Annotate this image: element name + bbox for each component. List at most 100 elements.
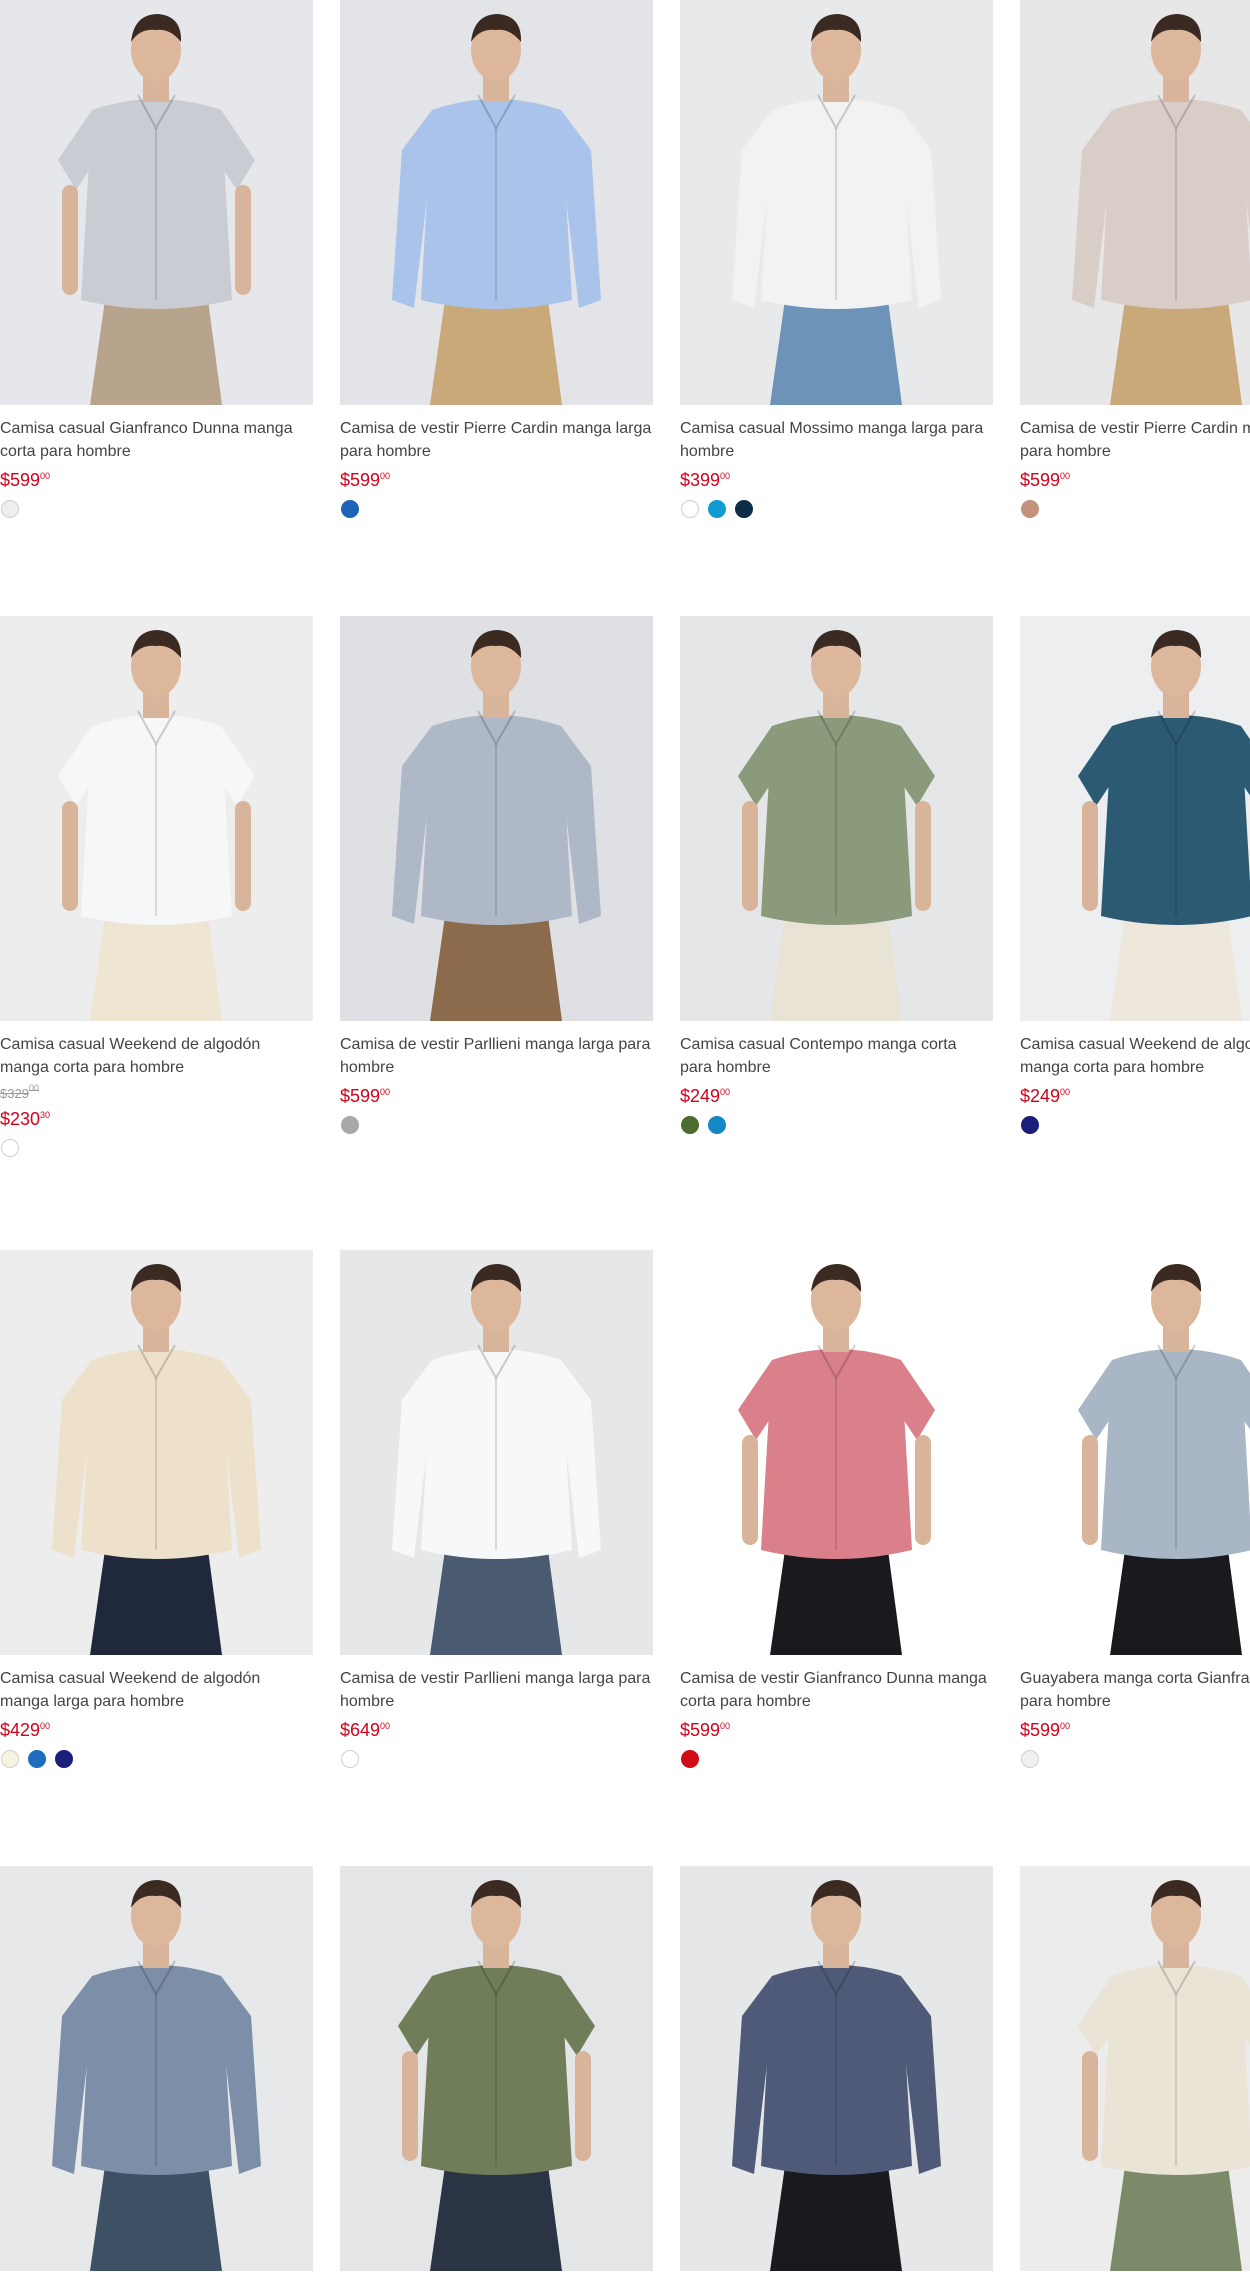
product-title[interactable]: Camisa casual Weekend de algodón manga c… — [1020, 1033, 1250, 1079]
product-image[interactable] — [340, 1250, 653, 1655]
model-photo — [732, 14, 941, 405]
color-swatches — [0, 500, 313, 518]
color-swatch[interactable] — [1021, 500, 1039, 518]
color-swatches — [680, 500, 993, 518]
model-photo — [738, 1264, 935, 1655]
product-image[interactable] — [680, 1866, 993, 2271]
product-image[interactable] — [1020, 1866, 1250, 2271]
color-swatch[interactable] — [681, 500, 699, 518]
product-image[interactable] — [680, 0, 993, 405]
product-image[interactable] — [0, 616, 313, 1021]
color-swatches — [340, 1116, 653, 1134]
product-card[interactable]: Camisa de vestir Parllieni manga larga p… — [340, 1250, 653, 1768]
product-title[interactable]: Camisa casual Weekend de algodón manga c… — [0, 1033, 313, 1079]
product-card[interactable]: Camisa casual Gianfranco Dunna manga cor… — [0, 0, 313, 518]
product-price: $59900 — [340, 1086, 391, 1106]
product-title[interactable]: Camisa de vestir Parllieni manga larga p… — [340, 1667, 653, 1713]
color-swatches — [0, 1139, 313, 1157]
model-photo — [392, 1264, 601, 1655]
product-card[interactable]: Camisa casual Weekend de algodón manga c… — [0, 616, 313, 1157]
product-image[interactable] — [1020, 0, 1250, 405]
color-swatch[interactable] — [708, 1116, 726, 1134]
product-card[interactable]: Camisa casual Contempo manga corta para … — [680, 616, 993, 1134]
color-swatches — [680, 1750, 993, 1768]
product-card[interactable]: Guayabera manga corta Gianfranco Dunna p… — [1020, 1250, 1250, 1768]
product-image[interactable] — [0, 0, 313, 405]
product-card[interactable]: Camisa de vestir Gianfranco Dunna manga … — [680, 1250, 993, 1768]
product-title[interactable]: Camisa casual Contempo manga corta para … — [680, 1033, 993, 1079]
product-image[interactable] — [1020, 616, 1250, 1021]
product-image[interactable] — [340, 0, 653, 405]
product-card[interactable] — [680, 1866, 993, 2276]
product-price: $42900 — [0, 1720, 51, 1740]
product-card[interactable]: Camisa casual Mossimo manga larga para h… — [680, 0, 993, 518]
product-card[interactable]: Camisa de vestir Pierre Cardin manga lar… — [1020, 0, 1250, 518]
product-image[interactable] — [0, 1250, 313, 1655]
color-swatches — [340, 500, 653, 518]
product-title[interactable]: Guayabera manga corta Gianfranco Dunna p… — [1020, 1667, 1250, 1713]
color-swatch[interactable] — [341, 500, 359, 518]
color-swatch[interactable] — [681, 1116, 699, 1134]
product-price: $39900 — [680, 470, 731, 490]
product-title[interactable]: Camisa de vestir Parllieni manga larga p… — [340, 1033, 653, 1079]
model-photo — [392, 630, 601, 1021]
color-swatches — [1020, 1750, 1250, 1768]
product-card[interactable]: Camisa casual Weekend de algodón manga l… — [0, 1250, 313, 1768]
product-image[interactable] — [680, 1250, 993, 1655]
product-price: $59900 — [1020, 470, 1071, 490]
product-card[interactable]: Camisa de vestir Pierre Cardin manga lar… — [340, 0, 653, 518]
product-image[interactable] — [340, 616, 653, 1021]
product-grid: Camisa casual Gianfranco Dunna manga cor… — [0, 0, 1250, 2276]
model-photo — [52, 1264, 261, 1655]
color-swatch[interactable] — [1021, 1116, 1039, 1134]
product-price: $24900 — [1020, 1086, 1071, 1106]
product-image[interactable] — [0, 1866, 313, 2271]
model-photo — [738, 630, 935, 1021]
color-swatch[interactable] — [708, 500, 726, 518]
color-swatch[interactable] — [55, 1750, 73, 1768]
product-card[interactable] — [1020, 1866, 1250, 2276]
model-photo — [52, 1880, 261, 2271]
color-swatch[interactable] — [681, 1750, 699, 1768]
color-swatch[interactable] — [735, 500, 753, 518]
color-swatch[interactable] — [1021, 1750, 1039, 1768]
product-price: $59900 — [340, 470, 391, 490]
product-title[interactable]: Camisa casual Mossimo manga larga para h… — [680, 417, 993, 463]
product-price: $59900 — [680, 1720, 731, 1740]
color-swatch[interactable] — [341, 1116, 359, 1134]
product-image[interactable] — [1020, 1250, 1250, 1655]
product-price: $24900 — [680, 1086, 731, 1106]
product-title[interactable]: Camisa casual Gianfranco Dunna manga cor… — [0, 417, 313, 463]
color-swatches — [1020, 500, 1250, 518]
product-title[interactable]: Camisa casual Weekend de algodón manga l… — [0, 1667, 313, 1713]
model-photo — [1078, 1264, 1250, 1655]
product-card[interactable] — [340, 1866, 653, 2276]
model-photo — [58, 630, 255, 1021]
model-photo — [1072, 14, 1250, 405]
color-swatches — [1020, 1116, 1250, 1134]
model-photo — [1078, 1880, 1250, 2271]
color-swatches — [0, 1750, 313, 1768]
color-swatch[interactable] — [1, 500, 19, 518]
model-photo — [732, 1880, 941, 2271]
model-photo — [1078, 630, 1250, 1021]
model-photo — [392, 14, 601, 405]
product-image[interactable] — [680, 616, 993, 1021]
product-image[interactable] — [340, 1866, 653, 2271]
color-swatches — [680, 1116, 993, 1134]
original-price: $32900 — [0, 1083, 39, 1101]
color-swatch[interactable] — [1, 1750, 19, 1768]
color-swatch[interactable] — [1, 1139, 19, 1157]
product-card[interactable]: Camisa casual Weekend de algodón manga c… — [1020, 616, 1250, 1134]
product-title[interactable]: Camisa de vestir Pierre Cardin manga lar… — [340, 417, 653, 463]
product-card[interactable]: Camisa de vestir Parllieni manga larga p… — [340, 616, 653, 1134]
model-photo — [398, 1880, 595, 2271]
color-swatches — [340, 1750, 653, 1768]
product-title[interactable]: Camisa de vestir Pierre Cardin manga lar… — [1020, 417, 1250, 463]
product-price: $59900 — [1020, 1720, 1071, 1740]
product-title[interactable]: Camisa de vestir Gianfranco Dunna manga … — [680, 1667, 993, 1713]
model-photo — [58, 14, 255, 405]
color-swatch[interactable] — [341, 1750, 359, 1768]
product-card[interactable] — [0, 1866, 313, 2276]
color-swatch[interactable] — [28, 1750, 46, 1768]
